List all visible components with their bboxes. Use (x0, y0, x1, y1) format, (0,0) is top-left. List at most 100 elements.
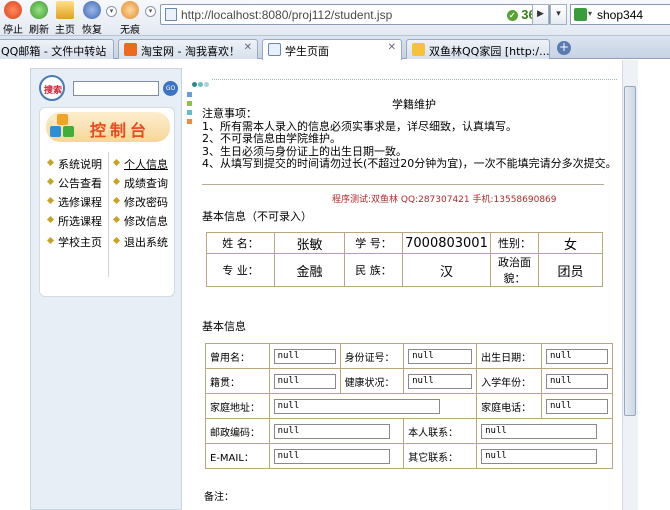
notice-block: 注意事项： 1、所有需本人录入的信息必须实事求是，详尽细致，认真填写。 2、不可… (202, 107, 617, 171)
other-contact-input[interactable]: null (481, 448, 598, 464)
gender-label: 性别： (490, 232, 539, 254)
browser-toolbar: 停止 刷新 主页 恢复 ▾ 无痕 ▾ http://localhost:8080… (0, 0, 670, 36)
decor-squares (187, 92, 193, 128)
tab-qq-mail[interactable]: QQ邮箱 - 文件中转站 (0, 39, 114, 59)
decor-dots (192, 77, 220, 87)
restore-button[interactable]: 恢复 (79, 1, 105, 36)
tab-label: 学生页面 (285, 45, 329, 58)
major-value: 金融 (274, 253, 345, 287)
stop-button[interactable]: 停止 (0, 1, 26, 36)
address-label: 家庭地址： (205, 393, 270, 419)
close-icon[interactable]: ✕ (388, 42, 396, 53)
tab-qq-home[interactable]: 双鱼林QQ家园 [http:/... (406, 39, 550, 59)
restore-dropdown-icon[interactable]: ▾ (106, 6, 117, 17)
address-input[interactable]: null (273, 398, 440, 414)
go-button[interactable]: GO (163, 81, 178, 96)
go-forward-button[interactable]: ▶ (532, 4, 549, 25)
cubes-icon (50, 114, 76, 140)
refresh-icon (30, 1, 48, 19)
menu-item-personal-info[interactable]: 个人信息 (112, 156, 168, 172)
major-label: 专 业： (206, 253, 275, 287)
enroll-label: 入学年份： (476, 368, 542, 394)
tab-student-page[interactable]: 学生页面 ✕ (262, 39, 402, 60)
homephone-input[interactable]: null (546, 398, 608, 414)
menu-item-logout[interactable]: 退出系统 (112, 234, 168, 250)
control-panel: 控制台 系统说明 个人信息 公告查看 成绩查询 选修课程 修改密码 所选课程 修… (39, 107, 175, 297)
tab-label: 淘宝网 - 淘我喜欢！ (141, 45, 240, 58)
taobao-icon (124, 43, 137, 56)
readonly-info-table: 姓 名： 张敏 学 号： 7000803001 性别： 女 专 业： 金融 民 … (206, 232, 603, 287)
chevron-down-icon: ▾ (556, 9, 561, 19)
refresh-button[interactable]: 刷新 (26, 1, 52, 36)
tab-label: 双鱼林QQ家园 [http:/... (429, 45, 550, 58)
page-scrollbar[interactable] (622, 60, 670, 510)
home-button[interactable]: 主页 (52, 1, 78, 36)
menu-item-change-password[interactable]: 修改密码 (112, 194, 168, 210)
search-logo: 搜索 (39, 75, 69, 101)
tab-label: QQ邮箱 - 文件中转站 (1, 45, 107, 58)
chevron-down-icon[interactable]: ▾ (588, 9, 592, 18)
menu-item-selected-courses[interactable]: 所选课程 (46, 213, 102, 229)
page-viewport: 搜索 GO 控制台 系统说明 个人信息 公告查看 成绩查询 选修课程 修改密码 … (0, 60, 622, 510)
control-panel-title: 控制台 (90, 121, 151, 140)
remark-label: 备注： (204, 492, 234, 503)
menu-item-grades[interactable]: 成绩查询 (112, 175, 168, 191)
other-contact-label: 其它联系： (403, 443, 478, 469)
page-icon (268, 43, 281, 56)
readonly-section-title: 基本信息（不可录入） (202, 210, 312, 223)
idcard-input[interactable]: null (408, 348, 473, 364)
new-tab-button[interactable]: + (557, 41, 571, 55)
menu-item-school-home[interactable]: 学校主页 (46, 234, 102, 250)
health-label: 健康状况： (339, 368, 405, 394)
search-engine-icon (574, 8, 587, 21)
home-icon (56, 1, 74, 19)
address-dropdown-button[interactable]: ▾ (550, 4, 567, 25)
contact-label: 本人联系： (403, 418, 478, 444)
student-id-label: 学 号： (344, 232, 403, 254)
stop-icon (4, 1, 22, 19)
scrollbar-thumb[interactable] (624, 86, 636, 416)
political-value: 团员 (538, 253, 603, 287)
play-icon: ▶ (537, 9, 544, 19)
birth-input[interactable]: null (546, 348, 608, 364)
native-label: 籍贯： (205, 368, 270, 394)
menu-item-elective-courses[interactable]: 选修课程 (46, 194, 102, 210)
notice-line: 2、不可录信息由学院维护。 (202, 132, 341, 145)
menu-divider (108, 152, 109, 277)
basic-section-title: 基本信息 (202, 320, 246, 333)
close-icon[interactable]: ✕ (244, 42, 252, 53)
homephone-label: 家庭电话： (476, 393, 542, 419)
idcard-label: 身份证号： (339, 343, 405, 369)
page-icon (165, 8, 177, 21)
tab-taobao[interactable]: 淘宝网 - 淘我喜欢！ ✕ (118, 39, 258, 59)
incognito-button[interactable]: 无痕 (117, 1, 143, 36)
notice-line: 注意事项： (202, 107, 257, 120)
health-input[interactable]: null (408, 373, 473, 389)
tab-bar: QQ邮箱 - 文件中转站 淘宝网 - 淘我喜欢！ ✕ 学生页面 ✕ 双鱼林QQ家… (0, 36, 670, 60)
plus-icon: + (558, 40, 570, 54)
address-url[interactable]: http://localhost:8080/proj112/student.js… (181, 8, 392, 22)
name-label: 姓 名： (206, 232, 275, 254)
address-bar[interactable]: http://localhost:8080/proj112/student.js… (160, 4, 550, 25)
former-name-input[interactable]: null (273, 348, 336, 364)
incognito-icon (121, 1, 139, 19)
notice-line: 4、从填写到提交的时间请勿过长(不超过20分钟为宜)，一次不能填完请分多次提交。 (202, 157, 617, 170)
birth-label: 出生日期： (476, 343, 542, 369)
enroll-input[interactable]: null (546, 373, 608, 389)
menu-item-edit-info[interactable]: 修改信息 (112, 213, 168, 229)
menu-item-system-info[interactable]: 系统说明 (46, 156, 102, 172)
email-input[interactable]: null (273, 448, 390, 464)
sidebar-search-input[interactable] (73, 81, 159, 96)
star-icon (412, 43, 425, 56)
name-value: 张敏 (274, 232, 345, 254)
search-engine-box[interactable]: ▾ shop344 (570, 4, 670, 25)
search-engine-input[interactable]: shop344 (597, 8, 643, 22)
contact-input[interactable]: null (481, 423, 598, 439)
student-id-value: 7000803001 (402, 232, 491, 254)
ethnic-label: 民 族： (344, 253, 403, 287)
postcode-input[interactable]: null (273, 423, 390, 439)
incognito-dropdown-icon[interactable]: ▾ (145, 6, 156, 17)
menu-item-announcements[interactable]: 公告查看 (46, 175, 102, 191)
native-input[interactable]: null (273, 373, 336, 389)
tester-info: 程序测试:双鱼林 QQ:287307421 手机:13558690869 (332, 195, 557, 205)
